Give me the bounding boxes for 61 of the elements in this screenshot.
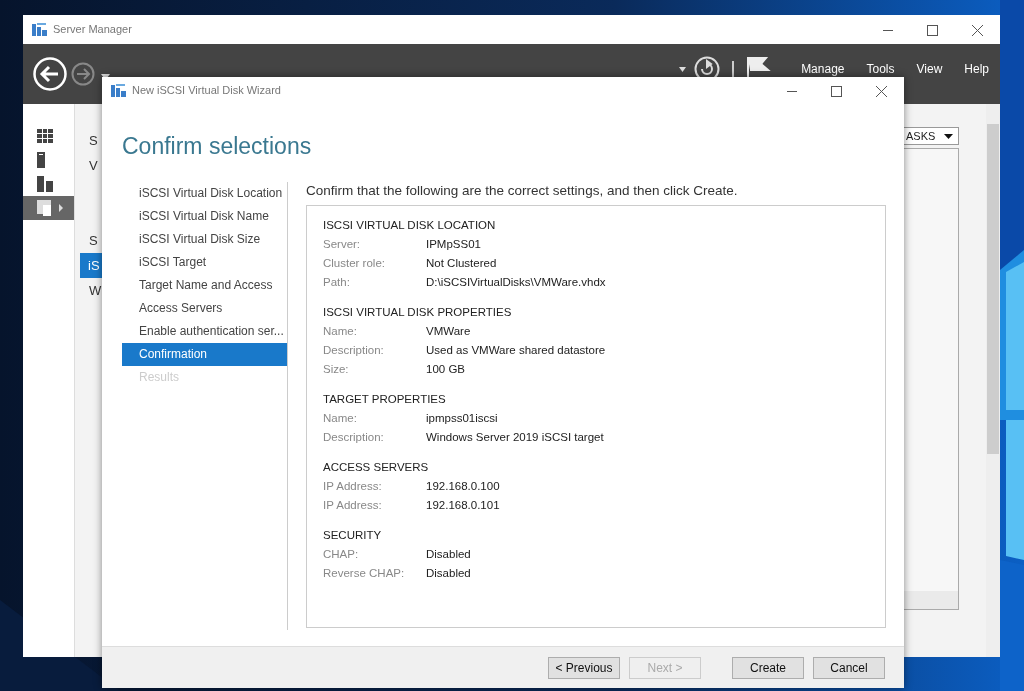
wizard-step[interactable]: iSCSI Virtual Disk Location [122, 182, 287, 205]
field-label: Description: [323, 430, 385, 445]
field-value: 192.168.0.101 [426, 498, 500, 513]
field-label: Name: [323, 324, 358, 339]
menu-item[interactable]: Manage [790, 60, 856, 78]
server-icon[interactable] [37, 176, 53, 192]
wizard-step[interactable]: Target Name and Access [122, 274, 287, 297]
window-title: Server Manager [53, 22, 132, 38]
page-heading: Confirm selections [121, 132, 313, 161]
dialog-title: New iSCSI Virtual Disk Wizard [132, 83, 281, 99]
field-value: 192.168.0.100 [426, 479, 500, 494]
menu-item[interactable]: Tools [855, 60, 906, 78]
field-label: CHAP: [323, 547, 360, 562]
section-heading: ISCSI VIRTUAL DISK PROPERTIES [323, 305, 513, 320]
app-icon [32, 23, 47, 38]
scrollbar[interactable] [986, 104, 1000, 657]
dropdown-arrow-icon [944, 133, 953, 139]
wizard-step[interactable]: iSCSI Target [122, 251, 287, 274]
wizard-step[interactable]: Enable authentication ser... [122, 320, 287, 343]
field-value: ipmpss01iscsi [426, 411, 498, 426]
field-label: Size: [323, 362, 350, 377]
wizard-button[interactable]: Cancel [813, 656, 885, 679]
caret-icon[interactable] [679, 66, 687, 72]
forward-icon[interactable] [71, 62, 95, 86]
field-value: Disabled [426, 547, 471, 562]
wizard-button[interactable]: < Previous [548, 656, 620, 679]
back-icon[interactable] [33, 57, 67, 91]
field-value: Disabled [426, 566, 471, 581]
field-value: Not Clustered [426, 256, 497, 271]
field-value: VMWare [426, 324, 471, 339]
field-value: 100 GB [426, 362, 465, 377]
field-value: Windows Server 2019 iSCSI target [426, 430, 604, 445]
dashboard-icon[interactable] [37, 129, 53, 143]
field-value: IPMpSS01 [426, 237, 481, 252]
instruction-text: Confirm that the following are the correct settings, and then click Create. [306, 182, 739, 200]
field-label: Reverse CHAP: [323, 566, 406, 581]
section-heading: TARGET PROPERTIES [323, 392, 447, 407]
section-heading: SECURITY [323, 528, 383, 543]
field-value: D:\iSCSIVirtualDisks\VMWare.vhdx [426, 275, 606, 290]
field-value: Used as VMWare shared datastore [426, 343, 606, 358]
section-heading: ACCESS SERVERS [323, 460, 430, 475]
server-icon[interactable] [37, 152, 45, 168]
field-label: IP Address: [323, 498, 383, 513]
wizard-step[interactable]: Access Servers [122, 297, 287, 320]
field-label: Cluster role: [323, 256, 386, 271]
section-heading: ISCSI VIRTUAL DISK LOCATION [323, 218, 497, 233]
field-label: Server: [323, 237, 362, 252]
menu-item[interactable]: View [905, 60, 954, 78]
tasks-dropdown[interactable]: ASKS [901, 127, 959, 145]
field-label: IP Address: [323, 479, 383, 494]
separator-icon [732, 61, 735, 77]
wizard-step[interactable]: iSCSI Virtual Disk Name [122, 205, 287, 228]
field-label: Path: [323, 275, 351, 290]
app-icon [111, 84, 126, 99]
storage-icon[interactable] [37, 200, 65, 216]
field-label: Description: [323, 343, 385, 358]
menu-item[interactable]: Help [953, 60, 1000, 78]
field-label: Name: [323, 411, 358, 426]
wizard-step[interactable]: Confirmation [122, 343, 287, 366]
wizard-step[interactable]: iSCSI Virtual Disk Size [122, 228, 287, 251]
wizard-button[interactable]: Create [732, 656, 804, 679]
